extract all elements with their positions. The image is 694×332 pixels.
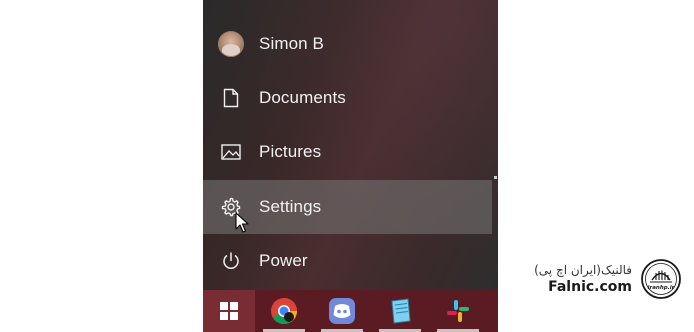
mouse-cursor-icon xyxy=(235,212,249,239)
document-icon xyxy=(203,88,259,108)
discord-icon xyxy=(329,298,355,324)
start-menu-panel: Simon B Documents Pictures Settings Powe… xyxy=(203,0,498,290)
taskbar xyxy=(203,290,498,332)
watermark-logo-icon: iranhp.ir xyxy=(640,258,682,300)
watermark: فالنیک(ایران اچ پی) Falnic.com iranhp.ir xyxy=(534,258,682,300)
edge-artifact xyxy=(494,176,497,179)
watermark-persian-text: فالنیک(ایران اچ پی) xyxy=(534,263,632,277)
screenshot-canvas: Simon B Documents Pictures Settings Powe… xyxy=(0,0,694,332)
start-menu-pictures[interactable]: Pictures xyxy=(203,125,492,179)
slack-icon xyxy=(447,300,469,322)
chrome-icon xyxy=(271,298,298,325)
taskbar-app-notepad[interactable] xyxy=(371,290,429,332)
user-avatar-icon xyxy=(203,31,259,57)
user-name-label: Simon B xyxy=(259,34,324,53)
power-icon xyxy=(203,251,259,271)
svg-text:iranhp.ir: iranhp.ir xyxy=(648,285,675,291)
watermark-site: Falnic.com xyxy=(548,279,632,295)
windows-start-button[interactable] xyxy=(203,290,255,332)
pictures-label: Pictures xyxy=(259,142,322,161)
start-menu-power[interactable]: Power xyxy=(203,234,492,288)
windows-logo-icon xyxy=(220,302,238,320)
taskbar-app-discord[interactable] xyxy=(313,290,371,332)
start-menu-user-account[interactable]: Simon B xyxy=(203,17,492,71)
settings-label: Settings xyxy=(259,197,322,216)
gear-icon xyxy=(203,197,259,217)
start-menu-documents[interactable]: Documents xyxy=(203,71,492,125)
notepad-icon xyxy=(391,298,411,324)
taskbar-app-chrome[interactable] xyxy=(255,290,313,332)
documents-label: Documents xyxy=(259,88,346,107)
pictures-icon xyxy=(203,144,259,160)
power-label: Power xyxy=(259,251,308,270)
taskbar-app-slack[interactable] xyxy=(429,290,487,332)
